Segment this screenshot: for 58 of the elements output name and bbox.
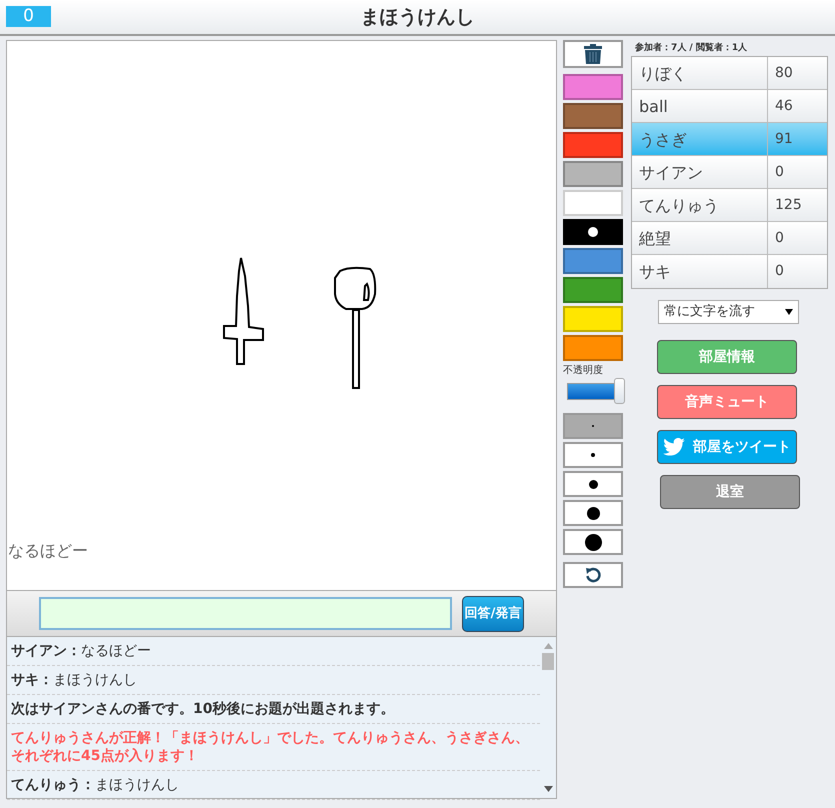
text-mode-dropdown[interactable]: 常に文字を流す bbox=[658, 300, 799, 324]
slider-thumb[interactable] bbox=[614, 378, 625, 404]
scroll-down-icon[interactable] bbox=[544, 786, 552, 792]
bird-icon bbox=[663, 438, 685, 456]
player-score: 125 bbox=[774, 196, 803, 215]
brush-size-button[interactable] bbox=[563, 500, 623, 526]
brush-size-button[interactable] bbox=[563, 529, 623, 555]
player-name: 絶望 bbox=[632, 222, 768, 254]
answer-input-field[interactable] bbox=[38, 597, 452, 630]
color-swatch[interactable] bbox=[563, 335, 623, 361]
opacity-label: 不透明度 bbox=[563, 365, 604, 377]
player-row[interactable]: 絶望 0 bbox=[632, 222, 827, 255]
player-row[interactable]: りぼく 80 bbox=[632, 57, 827, 90]
chat-message: サキ：まほうけんし bbox=[11, 671, 138, 689]
player-name: うさぎ bbox=[632, 123, 768, 155]
scroll-thumb[interactable] bbox=[542, 653, 554, 670]
chat-message: サイアン：なるほどー bbox=[11, 642, 152, 660]
color-swatch[interactable] bbox=[563, 248, 623, 274]
color-swatch[interactable] bbox=[563, 190, 623, 216]
player-score: 0 bbox=[774, 262, 785, 281]
participant-count: 参加者：7人 / 閲覧者：1人 bbox=[635, 41, 748, 55]
color-swatch[interactable] bbox=[563, 103, 623, 129]
drawing-canvas[interactable]: なるほどー bbox=[6, 40, 557, 591]
player-row[interactable]: うさぎ 91 bbox=[632, 123, 827, 156]
chat-message: てんりゅう：まほうけんし bbox=[11, 776, 180, 794]
player-row[interactable]: サキ 0 bbox=[632, 255, 827, 288]
player-name: りぼく bbox=[632, 57, 768, 89]
chat-message: 次はサイアンさんの番です。10秒後にお題が出題されます。 bbox=[11, 700, 396, 718]
player-row[interactable]: サイアン 0 bbox=[632, 156, 827, 189]
player-name: ball bbox=[632, 90, 768, 122]
player-score: 91 bbox=[774, 130, 794, 149]
player-score: 46 bbox=[774, 97, 794, 116]
color-swatch[interactable] bbox=[563, 306, 623, 332]
undo-button[interactable] bbox=[563, 562, 623, 588]
undo-icon bbox=[585, 567, 601, 583]
chat-message: てんりゅうさんが正解！「まほうけんし」でした。てんりゅうさん、うさぎさん、それぞれに45点が入ります！ bbox=[11, 729, 530, 765]
scroll-up-icon[interactable] bbox=[544, 643, 552, 649]
player-name: サキ bbox=[632, 255, 768, 288]
brush-size-button[interactable] bbox=[563, 471, 623, 497]
player-row[interactable]: てんりゅう 125 bbox=[632, 189, 827, 222]
color-swatch[interactable] bbox=[563, 161, 623, 187]
player-row[interactable]: ball 46 bbox=[632, 90, 827, 123]
player-score: 80 bbox=[774, 64, 794, 83]
color-swatch[interactable] bbox=[563, 74, 623, 100]
color-swatch[interactable] bbox=[563, 219, 623, 245]
score-badge: 0 bbox=[6, 6, 51, 27]
player-score: 0 bbox=[774, 163, 785, 182]
player-name: サイアン bbox=[632, 156, 768, 188]
floating-comment: なるほどー bbox=[8, 540, 88, 562]
player-score: 0 bbox=[774, 229, 785, 248]
page-title: まほうけんし bbox=[360, 4, 474, 30]
color-swatch[interactable] bbox=[563, 132, 623, 158]
dropdown-caret-icon bbox=[785, 309, 793, 315]
trash-button[interactable] bbox=[563, 40, 623, 68]
color-swatch[interactable] bbox=[563, 277, 623, 303]
player-name: てんりゅう bbox=[632, 189, 768, 221]
trash-icon bbox=[584, 44, 602, 64]
dropdown-value: 常に文字を流す bbox=[664, 303, 755, 322]
